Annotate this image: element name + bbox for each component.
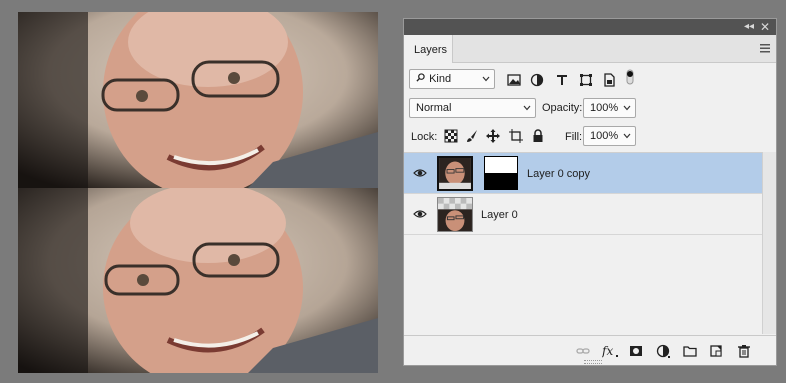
resize-grip[interactable] [584, 360, 602, 364]
adjustment-filter-icon[interactable] [530, 73, 544, 87]
layer-thumbnail[interactable] [437, 156, 473, 191]
layer-row[interactable]: Layer 0 copy [404, 153, 762, 194]
kind-filter-dropdown[interactable]: Kind [409, 69, 495, 89]
opacity-value[interactable]: 100% [590, 102, 618, 114]
blend-mode-value: Normal [416, 102, 452, 114]
new-layer-icon[interactable] [709, 344, 723, 358]
layer-name: Layer 0 copy [527, 168, 590, 180]
portrait-image-bottom [18, 188, 378, 373]
layer-mask-thumbnail[interactable] [484, 156, 518, 190]
layers-panel: ◂◂ ✕ Layers Kind Normal Opacity: 100% Lo… [403, 18, 777, 366]
opacity-field[interactable]: 100% [583, 98, 636, 118]
delete-layer-icon[interactable] [737, 344, 751, 358]
panel-titlebar: ◂◂ ✕ [404, 19, 776, 35]
lock-artboard-icon[interactable] [509, 129, 523, 143]
opacity-label: Opacity: [542, 102, 583, 114]
search-icon [416, 73, 426, 85]
lock-row: Lock: Fill: 100% [404, 126, 776, 150]
link-layers-icon[interactable] [576, 344, 590, 358]
lock-all-icon[interactable] [531, 129, 545, 143]
blend-row: Normal Opacity: 100% [404, 98, 776, 122]
new-group-icon[interactable] [683, 344, 697, 358]
chevron-down-icon [523, 105, 531, 111]
layers-bottom-toolbar: fx [404, 335, 776, 365]
chevron-down-icon[interactable] [623, 104, 631, 112]
fill-label: Fill: [565, 131, 583, 143]
adjustment-layer-icon[interactable] [656, 344, 670, 358]
shape-filter-icon[interactable] [579, 73, 593, 87]
lock-image-icon[interactable] [465, 129, 479, 143]
layer-thumbnail[interactable] [437, 197, 473, 232]
close-icon[interactable]: ✕ [760, 21, 770, 33]
collapse-icon[interactable]: ◂◂ [744, 21, 754, 33]
lock-label: Lock: [411, 131, 438, 143]
portrait-image-top [18, 12, 378, 188]
document-canvas[interactable] [18, 12, 378, 373]
filter-toggle-icon[interactable] [625, 69, 635, 89]
type-filter-icon[interactable] [555, 73, 569, 87]
lock-transparent-icon[interactable] [444, 129, 458, 143]
panel-menu-icon[interactable] [760, 44, 770, 53]
fill-value[interactable]: 100% [590, 130, 618, 142]
layer-row[interactable]: Layer 0 [404, 194, 762, 235]
svg-text:fx: fx [602, 344, 613, 358]
filter-row: Kind [404, 69, 776, 93]
add-mask-icon[interactable] [629, 344, 643, 358]
visibility-eye-icon[interactable] [413, 168, 427, 178]
fx-icon[interactable]: fx [602, 344, 620, 358]
layers-list: Layer 0 copy Layer 0 [404, 152, 762, 334]
chevron-down-icon[interactable] [623, 132, 631, 140]
panel-tabbar: Layers [404, 35, 776, 63]
visibility-eye-icon[interactable] [413, 209, 427, 219]
pixel-filter-icon[interactable] [507, 73, 521, 87]
chevron-down-icon [482, 76, 490, 82]
lock-position-icon[interactable] [486, 129, 500, 143]
smart-object-filter-icon[interactable] [602, 73, 616, 87]
kind-filter-label: Kind [429, 73, 452, 85]
tab-layers[interactable]: Layers [404, 35, 453, 63]
layers-scrollbar[interactable] [762, 152, 776, 334]
fill-field[interactable]: 100% [583, 126, 636, 146]
layer-name: Layer 0 [481, 209, 518, 221]
blend-mode-dropdown[interactable]: Normal [409, 98, 536, 118]
